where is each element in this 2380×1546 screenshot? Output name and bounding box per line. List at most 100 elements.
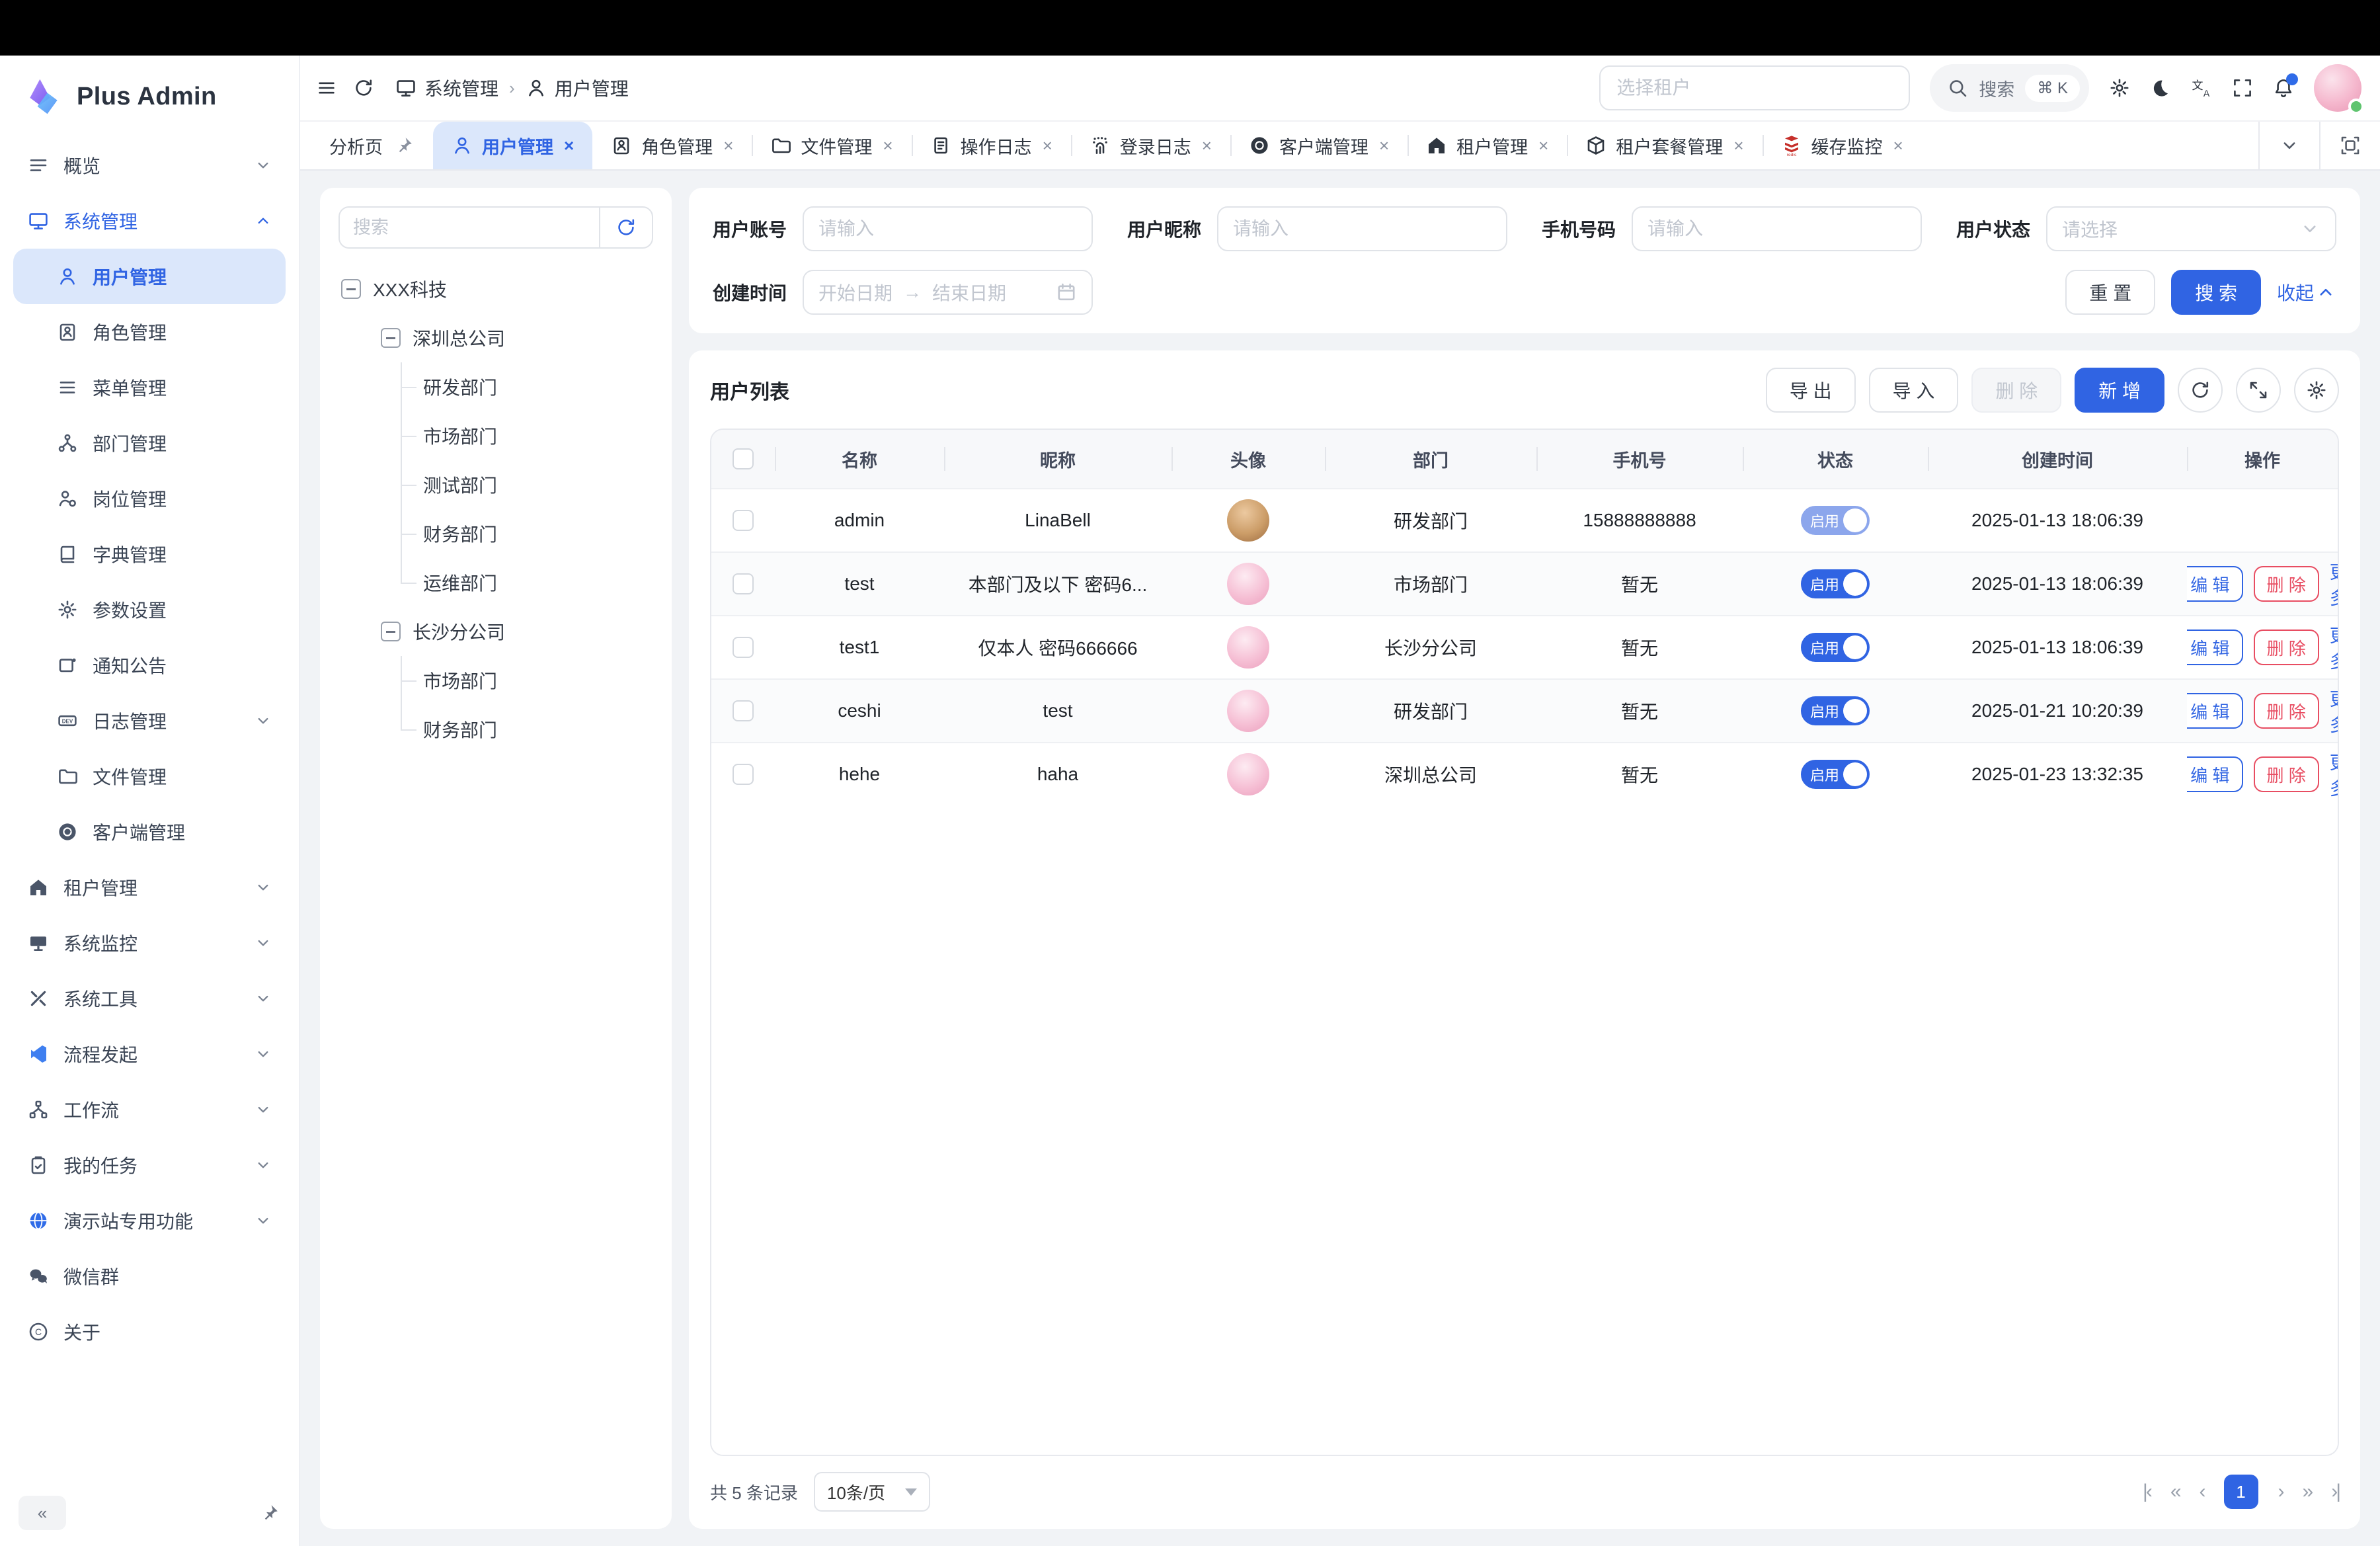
- pagination-next2-icon[interactable]: »: [2303, 1481, 2312, 1503]
- more-button[interactable]: 更多: [2330, 749, 2338, 800]
- sidebar-item[interactable]: 工作流: [13, 1082, 286, 1137]
- row-checkbox[interactable]: [733, 573, 754, 594]
- sidebar-item[interactable]: 流程发起: [13, 1026, 286, 1082]
- table-fullscreen-icon[interactable]: [2236, 368, 2281, 413]
- sidebar-subitem[interactable]: 字典管理: [13, 526, 286, 582]
- tree-node[interactable]: 运维部门: [338, 558, 653, 607]
- sidebar-pin-icon[interactable]: [259, 1502, 280, 1524]
- edit-button[interactable]: 编 辑: [2187, 693, 2243, 729]
- sidebar-item[interactable]: 微信群: [13, 1248, 286, 1304]
- settings-gear-icon[interactable]: [2109, 77, 2130, 99]
- close-icon[interactable]: ×: [1538, 136, 1548, 156]
- reset-button[interactable]: 重 置: [2065, 270, 2155, 315]
- fullscreen-icon[interactable]: [2232, 77, 2253, 99]
- pagination-prev-icon[interactable]: ‹: [2200, 1481, 2204, 1503]
- collapse-filters-link[interactable]: 收起: [2277, 279, 2336, 305]
- sidebar-subitem[interactable]: 通知公告: [13, 637, 286, 693]
- tab-item[interactable]: 文件管理×: [752, 122, 911, 169]
- phone-input[interactable]: [1647, 218, 1906, 239]
- tree-node[interactable]: XXX科技: [338, 264, 653, 313]
- tab-item[interactable]: 客户端管理×: [1230, 122, 1408, 169]
- pagination-page-current[interactable]: 1: [2224, 1475, 2258, 1509]
- pagination-first-icon[interactable]: |‹: [2143, 1481, 2151, 1503]
- tab-item[interactable]: 租户套餐管理×: [1567, 122, 1762, 169]
- close-icon[interactable]: ×: [564, 136, 574, 156]
- select-all-checkbox[interactable]: [733, 448, 754, 469]
- sidebar-subitem[interactable]: DEV日志管理: [13, 693, 286, 749]
- tree-refresh-icon[interactable]: [599, 208, 652, 247]
- sidebar-item[interactable]: 演示站专用功能: [13, 1193, 286, 1248]
- edit-button[interactable]: 编 辑: [2187, 630, 2243, 665]
- sidebar-subitem[interactable]: 岗位管理: [13, 471, 286, 526]
- tree-collapse-icon[interactable]: [381, 622, 401, 641]
- more-button[interactable]: 更多: [2330, 622, 2338, 673]
- table-refresh-icon[interactable]: [2178, 368, 2223, 413]
- close-icon[interactable]: ×: [1733, 136, 1743, 156]
- tree-search-input[interactable]: [340, 208, 599, 247]
- edit-button[interactable]: 编 辑: [2187, 756, 2243, 792]
- dark-mode-moon-icon[interactable]: [2150, 77, 2171, 99]
- tree-node[interactable]: 研发部门: [338, 362, 653, 411]
- tab-active[interactable]: 用户管理×: [433, 122, 592, 169]
- account-input[interactable]: [818, 218, 1077, 239]
- close-icon[interactable]: ×: [1893, 136, 1903, 156]
- status-select[interactable]: 请选择: [2046, 206, 2336, 251]
- tab-item[interactable]: 租户管理×: [1408, 122, 1567, 169]
- sidebar-collapse-button[interactable]: «: [19, 1496, 66, 1530]
- sidebar-subitem[interactable]: 客户端管理: [13, 804, 286, 860]
- sidebar-subitem[interactable]: 文件管理: [13, 749, 286, 804]
- delete-row-button[interactable]: 删 除: [2254, 566, 2319, 602]
- tree-node[interactable]: 市场部门: [338, 411, 653, 460]
- row-checkbox[interactable]: [733, 764, 754, 785]
- status-toggle[interactable]: 启用: [1801, 760, 1870, 789]
- content-fullscreen-icon[interactable]: [2319, 122, 2380, 169]
- row-checkbox[interactable]: [733, 637, 754, 658]
- tree-collapse-icon[interactable]: [341, 279, 361, 299]
- language-translate-icon[interactable]: 文A: [2191, 77, 2212, 99]
- close-icon[interactable]: ×: [1043, 136, 1052, 156]
- tree-node[interactable]: 深圳总公司: [338, 313, 653, 362]
- refresh-page-icon[interactable]: [353, 77, 374, 99]
- nickname-input[interactable]: [1233, 218, 1491, 239]
- breadcrumb-item-user[interactable]: 用户管理: [526, 75, 629, 101]
- tab-item[interactable]: 操作日志×: [912, 122, 1071, 169]
- row-checkbox[interactable]: [733, 510, 754, 531]
- tab-item[interactable]: 登录日志×: [1071, 122, 1230, 169]
- close-icon[interactable]: ×: [1379, 136, 1389, 156]
- close-icon[interactable]: ×: [723, 136, 733, 156]
- global-search-button[interactable]: 搜索 ⌘ K: [1930, 64, 2089, 112]
- notification-bell-button[interactable]: [2273, 77, 2294, 99]
- more-button[interactable]: 更多: [2330, 685, 2338, 737]
- pagination-prev2-icon[interactable]: «: [2170, 1481, 2180, 1503]
- status-toggle[interactable]: 启用: [1801, 633, 1870, 662]
- sidebar-item[interactable]: C关于: [13, 1304, 286, 1360]
- add-button[interactable]: 新 增: [2075, 368, 2164, 413]
- pagination-last-icon[interactable]: ›|: [2331, 1481, 2339, 1503]
- close-icon[interactable]: ×: [883, 136, 892, 156]
- edit-button[interactable]: 编 辑: [2187, 566, 2243, 602]
- sidebar-item[interactable]: 系统管理: [13, 193, 286, 249]
- table-settings-icon[interactable]: [2294, 368, 2339, 413]
- tenant-select-input[interactable]: [1599, 65, 1910, 110]
- tab-item[interactable]: redis缓存监控×: [1763, 122, 1922, 169]
- status-toggle[interactable]: 启用: [1801, 569, 1870, 598]
- tree-collapse-icon[interactable]: [381, 328, 401, 348]
- delete-button[interactable]: 删 除: [1971, 368, 2061, 413]
- search-button[interactable]: 搜 索: [2171, 270, 2261, 315]
- tabs-dropdown-icon[interactable]: [2258, 122, 2319, 169]
- tree-node[interactable]: 财务部门: [338, 509, 653, 558]
- row-checkbox[interactable]: [733, 700, 754, 721]
- tab-item[interactable]: 分析页: [311, 122, 433, 169]
- date-range-input[interactable]: 开始日期 → 结束日期: [803, 270, 1093, 315]
- sidebar-subitem[interactable]: 参数设置: [13, 582, 286, 637]
- tab-item[interactable]: 角色管理×: [592, 122, 752, 169]
- tree-node[interactable]: 测试部门: [338, 460, 653, 509]
- sidebar-item[interactable]: 我的任务: [13, 1137, 286, 1193]
- tree-node[interactable]: 长沙分公司: [338, 607, 653, 656]
- sidebar-item[interactable]: 概览: [13, 138, 286, 193]
- sidebar-subitem[interactable]: 部门管理: [13, 415, 286, 471]
- status-toggle[interactable]: 启用: [1801, 696, 1870, 725]
- import-button[interactable]: 导 入: [1869, 368, 1959, 413]
- status-toggle[interactable]: 启用: [1801, 506, 1870, 535]
- menu-toggle-icon[interactable]: [316, 77, 337, 99]
